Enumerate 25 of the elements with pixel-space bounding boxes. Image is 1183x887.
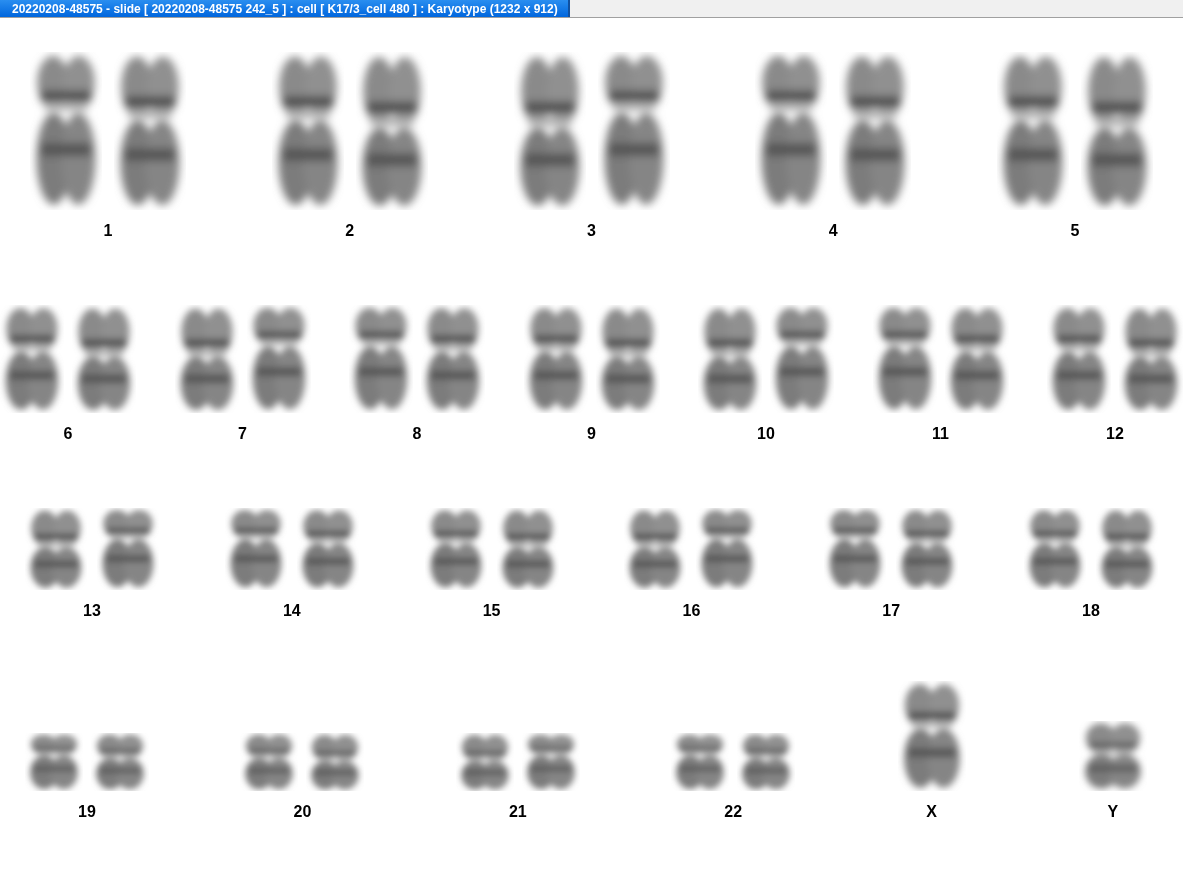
chromosome-number: X xyxy=(926,803,937,821)
chromosome-number: 9 xyxy=(587,425,596,443)
chromosome-number: 1 xyxy=(103,222,113,240)
chromosome-number: 4 xyxy=(828,222,838,240)
chromosome-number: 20 xyxy=(293,803,312,821)
chromosome-number: Y xyxy=(1107,803,1119,821)
chromosome-number: 10 xyxy=(757,425,775,443)
window-title: 20220208-48575 - slide [ 20220208-48575 242_5 ] : cell [ K17/3_cell 480 ] : Karyotype (1232 x 912) xyxy=(0,0,570,17)
chromosome-number: 14 xyxy=(282,602,301,620)
chromosome-number: 13 xyxy=(83,602,101,620)
chromosome-number: 2 xyxy=(345,222,355,240)
chromosome-number: 17 xyxy=(882,602,901,620)
chromosome-number: 22 xyxy=(724,803,743,821)
chromosome-number: 6 xyxy=(63,425,73,443)
chromosome-number: 5 xyxy=(1070,222,1080,240)
chromosome-number: 8 xyxy=(412,425,422,443)
chromosome-number: 19 xyxy=(78,803,96,821)
chromosome-number: 12 xyxy=(1106,425,1124,443)
chromosome-number: 3 xyxy=(587,222,596,240)
chromosome-number: 21 xyxy=(508,803,527,821)
chromosome-number: 18 xyxy=(1082,602,1100,620)
chromosome-number: 16 xyxy=(682,602,701,620)
chromosome-number: 11 xyxy=(932,425,949,443)
chromosome-number: 7 xyxy=(238,425,247,443)
chromosome-number: 15 xyxy=(482,602,501,620)
